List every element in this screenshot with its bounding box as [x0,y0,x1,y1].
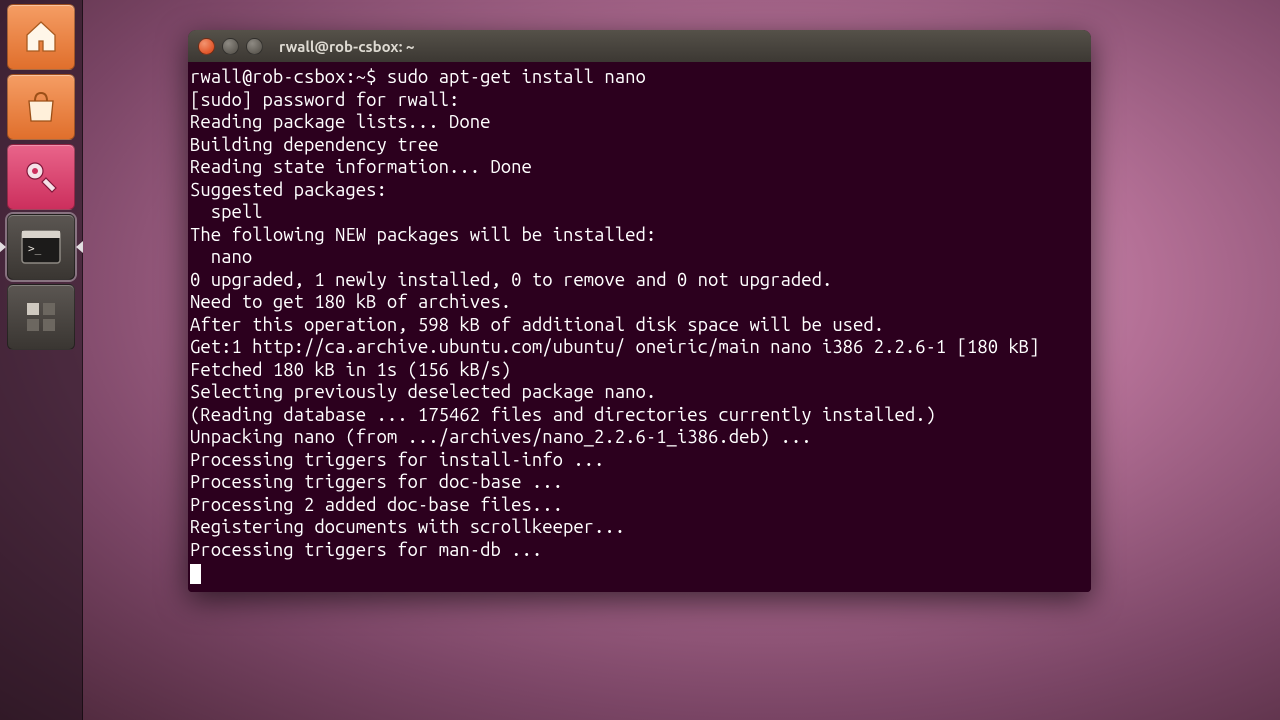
terminal-output-line: Fetched 180 kB in 1s (156 kB/s) [190,359,1089,382]
terminal-cursor-line [190,561,1089,584]
launcher-item-software-center[interactable] [7,74,75,140]
terminal-output-line: Reading package lists... Done [190,111,1089,134]
terminal-output-line: Processing triggers for doc-base ... [190,471,1089,494]
terminal-icon: >_ [19,228,63,266]
terminal-output-line: Reading state information... Done [190,156,1089,179]
window-buttons [198,38,263,55]
active-indicator-right [76,241,83,253]
cursor-icon [190,564,201,584]
gear-icon [20,156,62,198]
launcher-item-settings[interactable] [7,144,75,210]
terminal-output-line: Need to get 180 kB of archives. [190,291,1089,314]
bag-icon [21,87,61,127]
workspaces-icon [21,297,61,337]
terminal-output-line: Processing triggers for install-info ... [190,449,1089,472]
terminal-output-line: nano [190,246,1089,269]
terminal-output-line: Unpacking nano (from .../archives/nano_2… [190,426,1089,449]
terminal-output-line: Selecting previously deselected package … [190,381,1089,404]
terminal-output-line: After this operation, 598 kB of addition… [190,314,1089,337]
unity-launcher: >_ [0,0,83,720]
terminal-output-line: (Reading database ... 175462 files and d… [190,404,1089,427]
terminal-output-line: Get:1 http://ca.archive.ubuntu.com/ubunt… [190,336,1089,359]
terminal-output-line: Processing triggers for man-db ... [190,539,1089,562]
active-indicator-left [0,241,6,253]
terminal-output-line: [sudo] password for rwall: [190,89,1089,112]
window-title: rwall@rob-csbox: ~ [279,38,414,55]
maximize-button[interactable] [246,38,263,55]
terminal-body[interactable]: rwall@rob-csbox:~$ sudo apt-get install … [188,62,1091,592]
terminal-output-line: 0 upgraded, 1 newly installed, 0 to remo… [190,269,1089,292]
terminal-command: sudo apt-get install nano [387,67,646,87]
terminal-output-line: Processing 2 added doc-base files... [190,494,1089,517]
terminal-window: rwall@rob-csbox: ~ rwall@rob-csbox:~$ su… [188,30,1091,592]
window-titlebar[interactable]: rwall@rob-csbox: ~ [188,30,1091,62]
launcher-item-home[interactable] [7,4,75,70]
close-button[interactable] [198,38,215,55]
terminal-output-line: Registering documents with scrollkeeper.… [190,516,1089,539]
terminal-output-line: spell [190,201,1089,224]
terminal-output-line: Building dependency tree [190,134,1089,157]
home-icon [21,17,61,57]
terminal-output-line: The following NEW packages will be insta… [190,224,1089,247]
terminal-prompt: rwall@rob-csbox:~$ [190,67,387,87]
terminal-output-line: Suggested packages: [190,179,1089,202]
launcher-item-workspaces[interactable] [7,284,75,350]
terminal-prompt-line: rwall@rob-csbox:~$ sudo apt-get install … [190,66,1089,89]
svg-text:>_: >_ [28,242,42,255]
minimize-button[interactable] [222,38,239,55]
launcher-item-terminal[interactable]: >_ [7,214,75,280]
